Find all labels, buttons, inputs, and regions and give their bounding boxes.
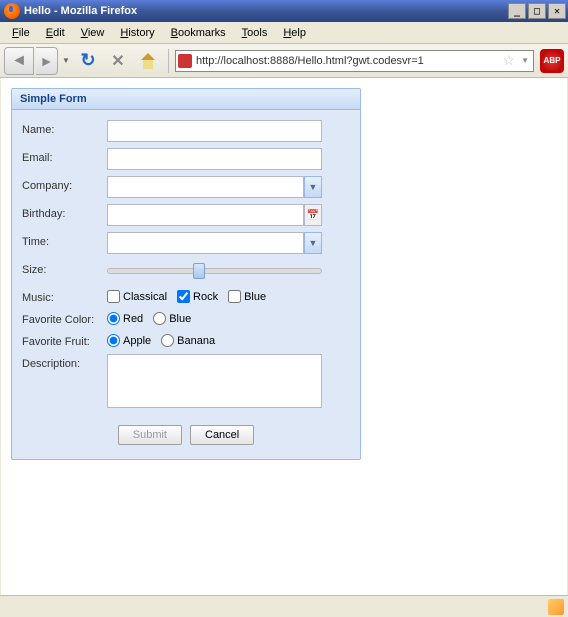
label-favorite-fruit: Favorite Fruit: bbox=[22, 332, 107, 348]
titlebar[interactable]: Hello - Mozilla Firefox _ □ ✕ bbox=[0, 0, 568, 22]
name-input[interactable] bbox=[107, 120, 322, 142]
label-music: Music: bbox=[22, 288, 107, 304]
window-controls: _ □ ✕ bbox=[508, 3, 566, 19]
description-textarea[interactable] bbox=[107, 354, 322, 408]
statusbar bbox=[0, 595, 568, 617]
radio-banana-label: Banana bbox=[177, 335, 215, 347]
menu-help[interactable]: Help bbox=[275, 25, 314, 41]
radio-apple-input[interactable] bbox=[107, 334, 120, 347]
submit-button[interactable]: Submit bbox=[118, 425, 182, 445]
radio-red[interactable]: Red bbox=[107, 312, 143, 325]
favicon-icon bbox=[178, 54, 192, 68]
close-button[interactable]: ✕ bbox=[548, 3, 566, 19]
radio-red-label: Red bbox=[123, 313, 143, 325]
menubar: File Edit View History Bookmarks Tools H… bbox=[0, 22, 568, 44]
checkbox-blue-label: Blue bbox=[244, 291, 266, 303]
radio-apple-label: Apple bbox=[123, 335, 151, 347]
time-combo[interactable]: ▼ bbox=[107, 232, 322, 254]
maximize-button[interactable]: □ bbox=[528, 3, 546, 19]
time-input[interactable] bbox=[107, 232, 304, 254]
row-music: Music: Classical Rock Blue bbox=[22, 288, 350, 304]
checkbox-blue-input[interactable] bbox=[228, 290, 241, 303]
form-panel: Simple Form Name: Email: Company: ▼ bbox=[11, 88, 361, 460]
calendar-icon[interactable]: 📅 bbox=[304, 204, 322, 226]
email-input[interactable] bbox=[107, 148, 322, 170]
birthday-field[interactable]: 📅 bbox=[107, 204, 322, 226]
home-icon bbox=[139, 53, 157, 69]
radio-blue[interactable]: Blue bbox=[153, 312, 191, 325]
company-combo[interactable]: ▼ bbox=[107, 176, 322, 198]
checkbox-blue[interactable]: Blue bbox=[228, 290, 266, 303]
page-content: Simple Form Name: Email: Company: ▼ bbox=[1, 78, 567, 595]
label-email: Email: bbox=[22, 148, 107, 164]
stop-button[interactable]: ✕ bbox=[106, 49, 130, 73]
checkbox-rock-label: Rock bbox=[193, 291, 218, 303]
reload-button[interactable]: ↻ bbox=[76, 49, 100, 73]
menu-edit[interactable]: Edit bbox=[38, 25, 73, 41]
radio-banana-input[interactable] bbox=[161, 334, 174, 347]
back-button[interactable]: ◄ bbox=[4, 47, 34, 75]
row-name: Name: bbox=[22, 120, 350, 142]
label-description: Description: bbox=[22, 354, 107, 370]
row-time: Time: ▼ bbox=[22, 232, 350, 254]
row-email: Email: bbox=[22, 148, 350, 170]
status-icon[interactable] bbox=[548, 599, 564, 615]
radio-apple[interactable]: Apple bbox=[107, 334, 151, 347]
row-size: Size: bbox=[22, 260, 350, 282]
form-title: Simple Form bbox=[12, 89, 360, 110]
menu-tools[interactable]: Tools bbox=[234, 25, 276, 41]
slider-thumb[interactable] bbox=[193, 263, 205, 279]
radio-red-input[interactable] bbox=[107, 312, 120, 325]
chevron-down-icon[interactable]: ▼ bbox=[304, 176, 322, 198]
minimize-button[interactable]: _ bbox=[508, 3, 526, 19]
url-text[interactable]: http://localhost:8888/Hello.html?gwt.cod… bbox=[196, 55, 499, 67]
home-button[interactable] bbox=[136, 49, 160, 73]
label-size: Size: bbox=[22, 260, 107, 276]
button-row: Submit Cancel bbox=[22, 425, 350, 445]
adblock-button[interactable]: ABP bbox=[540, 49, 564, 73]
checkbox-rock[interactable]: Rock bbox=[177, 290, 218, 303]
checkbox-classical-label: Classical bbox=[123, 291, 167, 303]
toolbar: ◄ ► ▼ ↻ ✕ http://localhost:8888/Hello.ht… bbox=[0, 44, 568, 78]
row-birthday: Birthday: 📅 bbox=[22, 204, 350, 226]
menu-bookmarks[interactable]: Bookmarks bbox=[163, 25, 234, 41]
url-bar[interactable]: http://localhost:8888/Hello.html?gwt.cod… bbox=[175, 50, 534, 72]
label-birthday: Birthday: bbox=[22, 204, 107, 220]
checkbox-classical-input[interactable] bbox=[107, 290, 120, 303]
cancel-button[interactable]: Cancel bbox=[190, 425, 254, 445]
chevron-down-icon[interactable]: ▼ bbox=[304, 232, 322, 254]
row-company: Company: ▼ bbox=[22, 176, 350, 198]
label-favorite-color: Favorite Color: bbox=[22, 310, 107, 326]
birthday-input[interactable] bbox=[107, 204, 304, 226]
nav-history-dropdown[interactable]: ▼ bbox=[60, 47, 72, 75]
label-name: Name: bbox=[22, 120, 107, 136]
row-favorite-fruit: Favorite Fruit: Apple Banana bbox=[22, 332, 350, 348]
label-time: Time: bbox=[22, 232, 107, 248]
row-description: Description: bbox=[22, 354, 350, 411]
form-body: Name: Email: Company: ▼ bbox=[12, 110, 360, 459]
checkbox-classical[interactable]: Classical bbox=[107, 290, 167, 303]
radio-blue-label: Blue bbox=[169, 313, 191, 325]
company-input[interactable] bbox=[107, 176, 304, 198]
firefox-icon bbox=[4, 3, 20, 19]
radio-banana[interactable]: Banana bbox=[161, 334, 215, 347]
row-favorite-color: Favorite Color: Red Blue bbox=[22, 310, 350, 326]
menu-file[interactable]: File bbox=[4, 25, 38, 41]
forward-button[interactable]: ► bbox=[36, 47, 58, 75]
slider-track bbox=[107, 268, 322, 274]
size-slider[interactable] bbox=[107, 260, 322, 282]
window-title: Hello - Mozilla Firefox bbox=[24, 5, 508, 17]
separator bbox=[168, 49, 169, 73]
bookmark-star-icon[interactable]: ☆ bbox=[503, 52, 516, 69]
browser-window: Hello - Mozilla Firefox _ □ ✕ File Edit … bbox=[0, 0, 568, 617]
radio-blue-input[interactable] bbox=[153, 312, 166, 325]
menu-history[interactable]: History bbox=[112, 25, 162, 41]
menu-view[interactable]: View bbox=[73, 25, 113, 41]
url-history-dropdown[interactable]: ▼ bbox=[519, 56, 531, 65]
label-company: Company: bbox=[22, 176, 107, 192]
checkbox-rock-input[interactable] bbox=[177, 290, 190, 303]
